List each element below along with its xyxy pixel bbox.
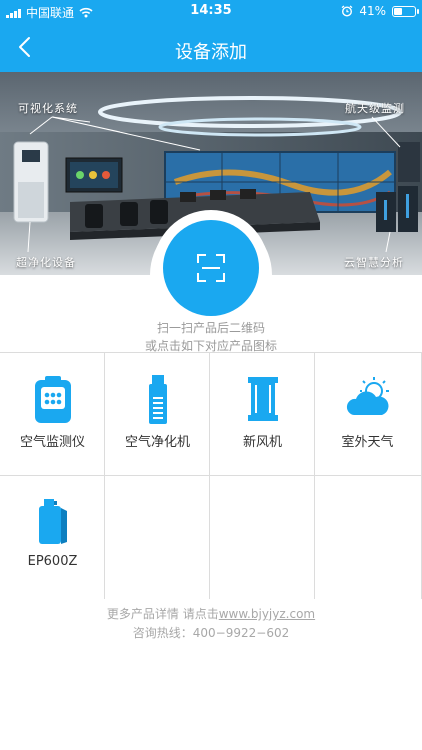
hero-label-visual-system: 可视化系统	[18, 102, 78, 115]
scan-icon	[197, 254, 225, 282]
page-title: 设备添加	[175, 42, 247, 63]
product-fresh-air-unit[interactable]: 新风机	[210, 353, 315, 476]
fresh-air-unit-icon	[247, 377, 278, 421]
scan-button[interactable]	[163, 220, 259, 316]
status-bar: 中国联通 14:35 41%	[0, 0, 422, 22]
product-air-monitor[interactable]: 空气监测仪	[0, 353, 105, 476]
more-products-text: 更多产品详情 请点击	[106, 607, 219, 621]
product-outdoor-weather[interactable]: 室外天气	[315, 353, 422, 476]
hotline: 咨询热线：400−9922−602	[132, 626, 290, 640]
air-purifier-icon	[148, 375, 167, 424]
product-label: 空气净化机	[124, 435, 190, 450]
product-grid: 空气监测仪 空气净化机 新风机 室外天气 EP600Z	[0, 352, 422, 599]
hero-label-purifier: 超净化设备	[16, 256, 76, 269]
website-link[interactable]: www.bjyjyz.com	[219, 607, 315, 621]
ep600z-device-icon	[38, 499, 67, 544]
more-products-line: 更多产品详情 请点击www.bjyjyz.com	[0, 605, 422, 622]
header: 中国联通 14:35 41% 设备添加	[0, 0, 422, 72]
air-monitor-icon	[34, 376, 71, 423]
product-air-purifier[interactable]: 空气净化机	[105, 353, 210, 476]
product-label: 空气监测仪	[19, 435, 85, 450]
product-label: EP600Z	[27, 554, 78, 569]
product-label: 新风机	[242, 435, 282, 450]
empty-cell	[105, 476, 210, 599]
product-ep600z[interactable]: EP600Z	[0, 476, 105, 599]
battery-icon	[392, 5, 419, 17]
empty-cell	[210, 476, 315, 599]
battery-percent: 41%	[359, 4, 386, 18]
alarm-icon	[341, 5, 353, 17]
hero-label-cloud: 云智慧分析	[344, 256, 404, 269]
empty-cell	[315, 476, 422, 599]
scan-hint-line-1: 扫一扫产品后二维码	[156, 321, 265, 335]
product-label: 室外天气	[341, 435, 394, 450]
hero-label-aerospace: 航天级监测	[345, 102, 405, 115]
weather-icon	[346, 377, 389, 415]
